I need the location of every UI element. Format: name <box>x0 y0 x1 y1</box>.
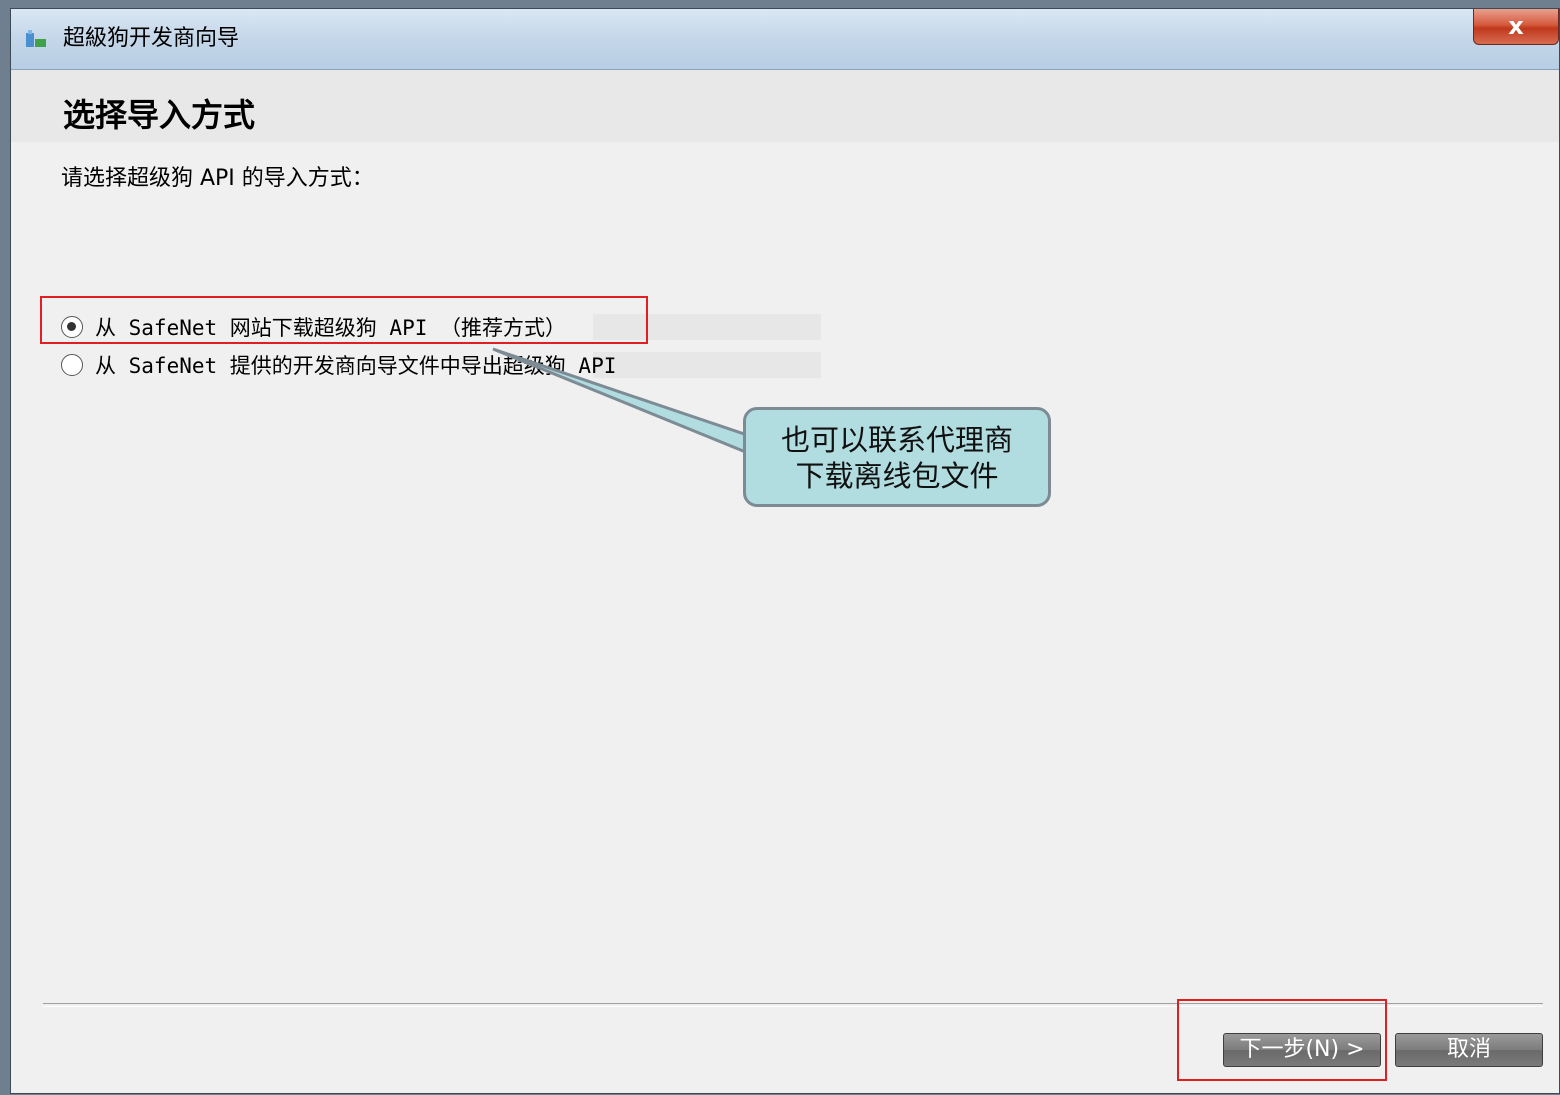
option-export-from-wizard-file[interactable]: 从 SafeNet 提供的开发商向导文件中导出超级狗 API <box>61 352 821 378</box>
close-button[interactable]: x <box>1473 9 1559 45</box>
title-bar[interactable]: 超級狗开发商向导 x <box>11 9 1559 70</box>
wizard-window: 超級狗开发商向导 x 选择导入方式 请选择超级狗 API 的导入方式： 从 Sa… <box>10 8 1560 1094</box>
highlight-recommended-option <box>40 296 648 344</box>
callout-line-2: 下载离线包文件 <box>795 459 999 493</box>
instruction-text: 请选择超级狗 API 的导入方式： <box>61 166 374 191</box>
app-icon <box>26 30 46 47</box>
annotation-callout: 也可以联系代理商 下载离线包文件 <box>743 407 1051 507</box>
wizard-header: 选择导入方式 <box>11 70 1559 142</box>
callout-line-1: 也可以联系代理商 <box>780 423 1013 457</box>
wizard-content: 请选择超级狗 API 的导入方式： 从 SafeNet 网站下载超级狗 API … <box>43 142 1543 982</box>
window-title: 超級狗开发商向导 <box>63 26 240 51</box>
option-label: 从 SafeNet 提供的开发商向导文件中导出超级狗 API <box>95 354 617 378</box>
page-title: 选择导入方式 <box>63 96 256 134</box>
highlight-next-button <box>1177 999 1387 1081</box>
close-icon: x <box>1508 12 1524 40</box>
cancel-button[interactable]: 取消 <box>1395 1033 1543 1067</box>
radio-unselected-icon[interactable] <box>61 354 83 376</box>
